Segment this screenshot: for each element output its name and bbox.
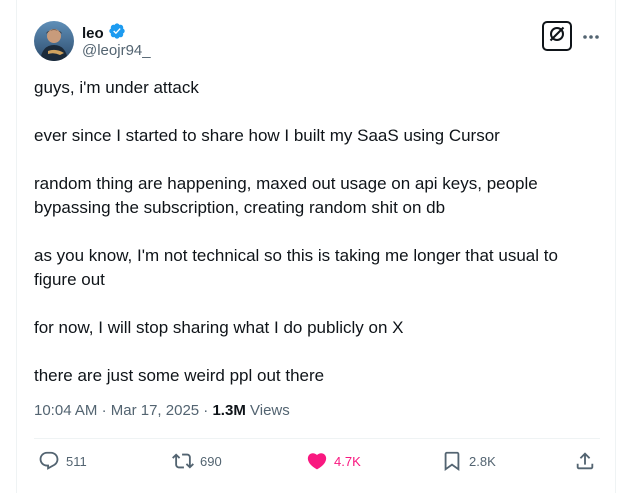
repost-button[interactable]: 690 xyxy=(172,450,222,472)
author-handle[interactable]: @leojr94_ xyxy=(82,42,151,59)
post-paragraph: for now, I will stop sharing what I do p… xyxy=(34,318,404,337)
more-icon xyxy=(582,27,600,45)
post-text: guys, i'm under attack ever since I star… xyxy=(34,76,594,412)
reply-button[interactable]: 511 xyxy=(38,450,87,472)
repost-count: 690 xyxy=(200,453,222,469)
reply-icon xyxy=(38,450,60,472)
share-icon xyxy=(574,450,596,472)
post-paragraph: ever since I started to share how I buil… xyxy=(34,126,500,145)
post-meta: 10:04 AM · Mar 17, 2025 · 1.3M Views xyxy=(34,402,290,419)
meta-separator: · xyxy=(203,402,209,419)
grok-button[interactable] xyxy=(542,21,572,51)
action-bar: 511 690 4.7K 2.8K xyxy=(34,450,600,478)
bookmark-button[interactable]: 2.8K xyxy=(441,450,496,472)
post-paragraph: guys, i'm under attack xyxy=(34,78,199,97)
reply-count: 511 xyxy=(66,453,87,469)
repost-icon xyxy=(172,450,194,472)
post-date[interactable]: Mar 17, 2025 xyxy=(111,402,199,419)
bookmark-count: 2.8K xyxy=(469,453,496,469)
avatar[interactable] xyxy=(34,21,74,61)
bookmark-icon xyxy=(441,450,463,472)
post-paragraph: random thing are happening, maxed out us… xyxy=(34,174,538,217)
grok-icon xyxy=(548,25,566,48)
more-button[interactable] xyxy=(580,28,602,44)
post-paragraph: there are just some weird ppl out there xyxy=(34,366,325,385)
heart-icon xyxy=(306,450,328,472)
share-button[interactable] xyxy=(574,450,596,472)
like-button[interactable]: 4.7K xyxy=(306,450,361,472)
meta-separator: · xyxy=(101,402,107,419)
like-count: 4.7K xyxy=(334,453,361,469)
post-time[interactable]: 10:04 AM xyxy=(34,402,97,419)
post-paragraph: as you know, I'm not technical so this i… xyxy=(34,246,558,289)
views-count[interactable]: 1.3M xyxy=(212,402,245,419)
author-name[interactable]: leo xyxy=(82,25,104,42)
views-label: Views xyxy=(250,402,290,419)
divider xyxy=(34,438,600,439)
